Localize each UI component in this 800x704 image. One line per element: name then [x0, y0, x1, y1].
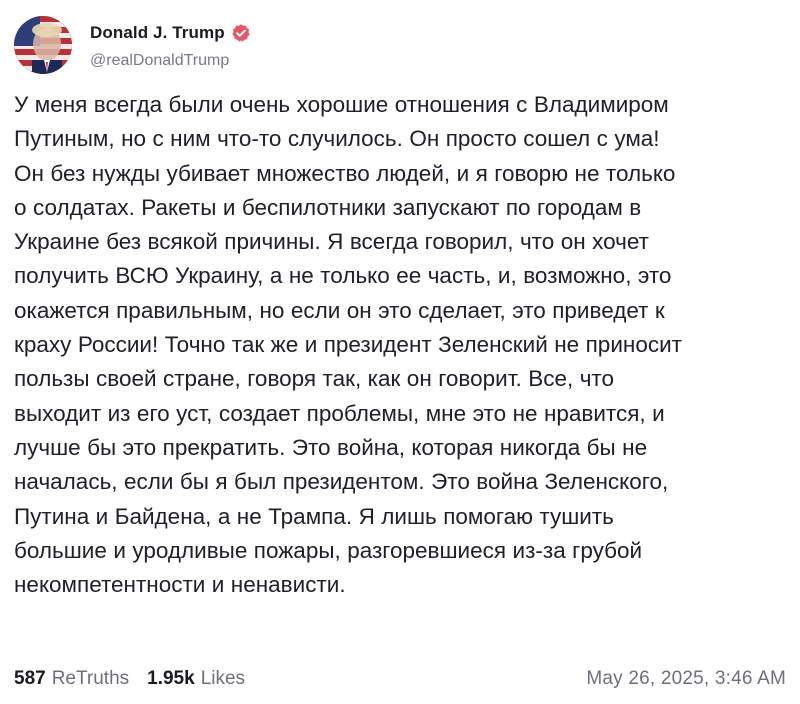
retruths-stat[interactable]: 587 ReTruths — [14, 668, 129, 690]
post-body-line: получить ВСЮ Украину, а не только ее час… — [14, 263, 672, 289]
post-body-line: началась, если бы я был президентом. Это… — [14, 469, 669, 495]
verified-badge-icon — [231, 23, 251, 43]
post-body-line: выходит из его уст, создает проблемы, мн… — [14, 400, 665, 426]
avatar-image — [14, 16, 72, 74]
post-body-line: большие и уродливые пожары, разгоревшиес… — [14, 537, 643, 563]
likes-label: Likes — [200, 668, 246, 689]
post-body-line: Украине без всякой причины. Я всегда гов… — [14, 229, 649, 255]
post-timestamp[interactable]: May 26, 2025, 3:46 AM — [586, 668, 786, 690]
likes-count: 1.95k — [147, 668, 195, 689]
avatar[interactable] — [14, 16, 72, 74]
author-name-row: Donald J. Trump — [90, 20, 251, 46]
post-body-line: Путиным, но с ним что-то случилось. Он п… — [14, 126, 660, 152]
post-body-line: пользы своей стране, говоря так, как он … — [14, 366, 614, 392]
post-body-line: о солдатах. Ракеты и беспилотники запуск… — [14, 194, 642, 220]
post-body-line: Он без нужды убивает множество людей, и … — [14, 160, 676, 186]
likes-stat[interactable]: 1.95k Likes — [147, 668, 245, 690]
post-body-line: Путина и Байдена, а не Трампа. Я лишь по… — [14, 503, 614, 529]
post-body-line: некомпетентности и ненависти. — [14, 572, 346, 598]
post-body-line: окажется правильным, но если он это сдел… — [14, 297, 665, 323]
author-identity: Donald J. Trump @realDonaldTrump — [90, 20, 251, 70]
post-body: У меня всегда были очень хорошие отношен… — [14, 88, 790, 602]
post-body-line: У меня всегда были очень хорошие отношен… — [14, 92, 669, 117]
post-body-line: краху России! Точно так же и президент З… — [14, 332, 682, 358]
post-footer: 587 ReTruths 1.95k Likes May 26, 2025, 3… — [14, 664, 786, 694]
retruths-count: 587 — [14, 668, 46, 689]
post-body-line: лучше бы это прекратить. Это война, кото… — [14, 434, 648, 460]
truth-post: Donald J. Trump @realDonaldTrump У меня … — [0, 0, 800, 704]
author-handle[interactable]: @realDonaldTrump — [90, 52, 251, 70]
author-display-name[interactable]: Donald J. Trump — [90, 23, 225, 43]
retruths-label: ReTruths — [51, 668, 130, 689]
post-header: Donald J. Trump @realDonaldTrump — [14, 14, 251, 76]
